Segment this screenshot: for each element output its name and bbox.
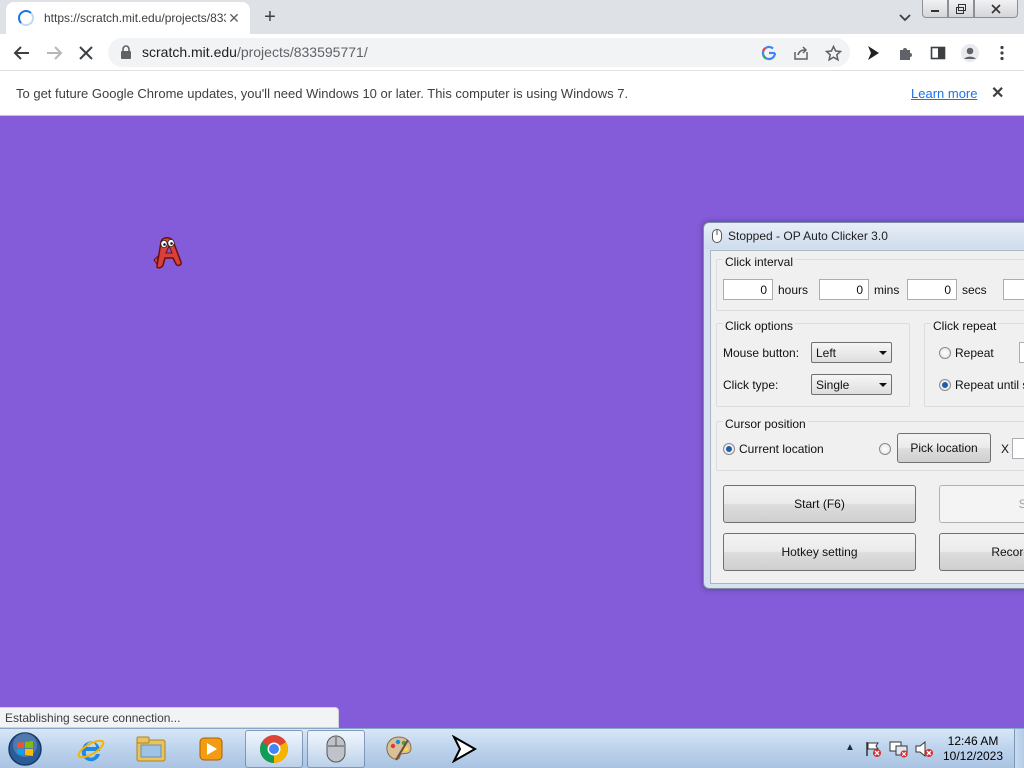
google-lens-icon[interactable] (760, 44, 778, 62)
show-hidden-icons-arrow[interactable]: ▲ (845, 742, 855, 753)
auto-clicker-title: Stopped - OP Auto Clicker 3.0 (728, 229, 888, 243)
mins-input[interactable]: 0 (819, 279, 869, 300)
chrome-menu-icon[interactable] (990, 41, 1014, 65)
stop-loading-icon[interactable] (74, 41, 98, 65)
letter-a-sprite[interactable] (150, 234, 188, 273)
browser-tab[interactable]: https://scratch.mit.edu/projects/8335957… (6, 2, 250, 34)
mouse-button-value: Left (816, 346, 837, 360)
url-path: /projects/833595771/ (236, 44, 368, 60)
tab-strip: https://scratch.mit.edu/projects/8335957… (0, 0, 1024, 34)
media-player-icon[interactable] (182, 730, 240, 768)
restore-icon[interactable] (948, 0, 974, 18)
click-type-select[interactable]: Single (811, 374, 892, 395)
side-panel-icon[interactable] (926, 41, 950, 65)
repeat-label: Repeat (955, 346, 994, 360)
repeat-radio[interactable] (939, 347, 951, 359)
infobar-message: To get future Google Chrome updates, you… (16, 86, 629, 101)
learn-more-link[interactable]: Learn more (911, 86, 977, 101)
loading-spinner-icon (18, 10, 34, 26)
bookmark-star-icon[interactable] (824, 44, 842, 62)
secs-label: secs (962, 283, 987, 297)
infobar-close-icon[interactable]: ✕ (991, 83, 1004, 103)
lock-icon[interactable] (120, 45, 132, 62)
address-bar[interactable]: scratch.mit.edu/projects/833595771/ (108, 38, 850, 67)
hotkey-setting-button[interactable]: Hotkey setting (723, 533, 916, 571)
click-repeat-group (924, 323, 1024, 407)
back-arrow-icon[interactable] (10, 41, 34, 65)
chrome-taskbar-icon[interactable] (245, 730, 303, 768)
mouse-button-select[interactable]: Left (811, 342, 892, 363)
taskbar-clock[interactable]: 12:46 AM 10/12/2023 (938, 734, 1008, 764)
repeat-until-stopped-radio[interactable] (939, 379, 951, 391)
secs-input[interactable]: 0 (907, 279, 957, 300)
new-tab-button[interactable]: + (258, 5, 282, 29)
window-close-icon[interactable] (974, 0, 1018, 18)
browser-toolbar: scratch.mit.edu/projects/833595771/ (0, 34, 1024, 71)
current-location-radio[interactable] (723, 443, 735, 455)
tab-search-chevron-icon[interactable] (895, 7, 915, 27)
url-text[interactable]: scratch.mit.edu/projects/833595771/ (142, 44, 368, 60)
stop-button[interactable]: St (939, 485, 1024, 523)
tab-title: https://scratch.mit.edu/projects/8335957… (44, 11, 226, 25)
click-type-value: Single (816, 378, 850, 392)
pick-location-button[interactable]: Pick location (897, 433, 991, 463)
action-center-flag-icon[interactable] (864, 740, 882, 761)
cursor-position-label: Cursor position (723, 417, 808, 431)
x-coordinate-input[interactable] (1012, 438, 1024, 459)
screen: https://scratch.mit.edu/projects/8335957… (0, 0, 1024, 768)
click-interval-label: Click interval (723, 255, 796, 269)
profile-avatar-icon[interactable] (958, 41, 982, 65)
clock-time: 12:46 AM (947, 734, 999, 748)
windows-taskbar: ▲ 12:46 AM 10/12/2023 (0, 728, 1024, 768)
share-icon[interactable] (792, 44, 810, 62)
file-explorer-icon[interactable] (122, 730, 180, 768)
forward-arrow-icon[interactable] (42, 41, 66, 65)
click-type-label: Click type: (723, 378, 779, 392)
update-infobar: To get future Google Chrome updates, you… (0, 71, 1024, 116)
dropdown-arrow-icon (879, 383, 887, 387)
start-button-icon[interactable] (6, 731, 44, 767)
auto-clicker-window: Stopped - OP Auto Clicker 3.0 Click inte… (703, 222, 1024, 589)
auto-clicker-titlebar[interactable]: Stopped - OP Auto Clicker 3.0 (704, 223, 1024, 249)
url-host: scratch.mit.edu (142, 44, 237, 60)
minimize-icon[interactable] (922, 0, 948, 18)
mouse-button-label: Mouse button: (723, 346, 800, 360)
paint-palette-icon[interactable] (370, 730, 428, 768)
x-coordinate-label: X (1001, 442, 1010, 456)
mins-label: mins (874, 283, 900, 297)
click-options-label: Click options (723, 319, 796, 333)
current-location-label: Current location (739, 442, 824, 456)
auto-clicker-taskbar-icon[interactable] (307, 730, 365, 768)
start-button[interactable]: Start (F6) (723, 485, 916, 523)
internet-explorer-icon[interactable] (62, 730, 120, 768)
record-button[interactable]: Record (939, 533, 1024, 571)
window-controls (922, 0, 1018, 18)
extension-flag-icon[interactable] (861, 41, 885, 65)
clock-date: 10/12/2023 (942, 749, 1004, 763)
network-icon[interactable] (889, 740, 909, 761)
status-bubble: Establishing secure connection... (0, 707, 339, 728)
volume-muted-icon[interactable] (914, 740, 934, 761)
tab-close-icon[interactable]: ✕ (226, 10, 242, 27)
hours-label: hours (778, 283, 809, 297)
mouse-icon (712, 229, 722, 246)
auto-clicker-body: Click interval 0 hours 0 mins 0 secs Cli… (710, 250, 1024, 584)
repeat-until-label: Repeat until sto (955, 378, 1024, 392)
extensions-puzzle-icon[interactable] (894, 41, 918, 65)
dropdown-arrow-icon (879, 351, 887, 355)
hours-input[interactable]: 0 (723, 279, 773, 300)
pick-location-radio[interactable] (879, 443, 891, 455)
repeat-count-input[interactable] (1019, 342, 1024, 363)
mouse-pointer-icon (435, 730, 493, 768)
click-repeat-label: Click repeat (931, 319, 999, 333)
show-desktop-button[interactable] (1014, 729, 1024, 768)
milliseconds-input[interactable] (1003, 279, 1024, 300)
